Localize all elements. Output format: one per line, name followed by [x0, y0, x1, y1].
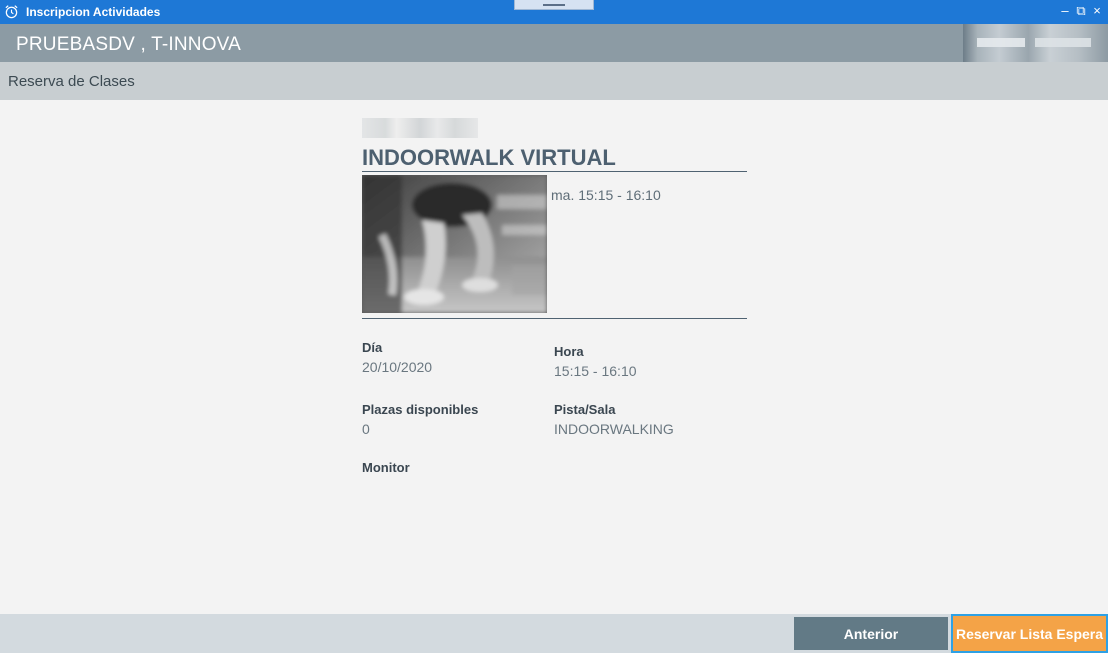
field-dia: Día 20/10/2020 — [362, 340, 432, 375]
field-value: 0 — [362, 421, 370, 437]
window-title: Inscripcion Actividades — [26, 5, 161, 19]
user-name: PRUEBASDV , T-INNOVA — [16, 34, 242, 55]
minimize-icon[interactable]: – — [1058, 3, 1072, 19]
field-value: 20/10/2020 — [362, 359, 433, 375]
redacted-info — [963, 24, 1108, 62]
window-controls: – ⧉ × — [1058, 3, 1104, 19]
field-label: Hora — [554, 344, 584, 359]
field-value: INDOORWALKING — [554, 421, 674, 437]
app-header: PRUEBASDV , T-INNOVA — [0, 24, 1108, 62]
activity-image — [362, 175, 547, 313]
fitness-photo-icon — [362, 175, 547, 313]
redacted-label — [362, 118, 478, 138]
footer-bar: Anterior Reservar Lista Espera — [0, 614, 1108, 653]
field-hora: Hora 15:15 - 16:10 — [554, 344, 637, 379]
field-label: Día — [362, 340, 383, 355]
previous-button[interactable]: Anterior — [794, 617, 948, 650]
divider — [362, 318, 747, 319]
divider — [362, 171, 747, 172]
field-plazas: Plazas disponibles 0 — [362, 402, 478, 437]
field-label: Monitor — [362, 460, 410, 475]
section-header: Reserva de Clases — [0, 62, 1108, 100]
section-title: Reserva de Clases — [8, 73, 135, 90]
window-titlebar: Inscripcion Actividades – ⧉ × — [0, 0, 1108, 24]
activity-title: INDOORWALK VIRTUAL — [362, 145, 616, 170]
field-value: 15:15 - 16:10 — [554, 363, 637, 379]
field-label: Plazas disponibles — [362, 402, 479, 417]
close-icon[interactable]: × — [1090, 3, 1104, 19]
reserve-waitlist-button[interactable]: Reservar Lista Espera — [951, 614, 1108, 653]
alarm-clock-icon — [5, 5, 18, 19]
field-monitor: Monitor — [362, 460, 410, 479]
field-sala: Pista/Sala INDOORWALKING — [554, 402, 674, 437]
restore-icon[interactable]: ⧉ — [1074, 3, 1088, 19]
field-label: Pista/Sala — [554, 402, 616, 417]
activity-schedule: ma. 15:15 - 16:10 — [551, 187, 661, 203]
drag-handle[interactable] — [514, 0, 594, 10]
